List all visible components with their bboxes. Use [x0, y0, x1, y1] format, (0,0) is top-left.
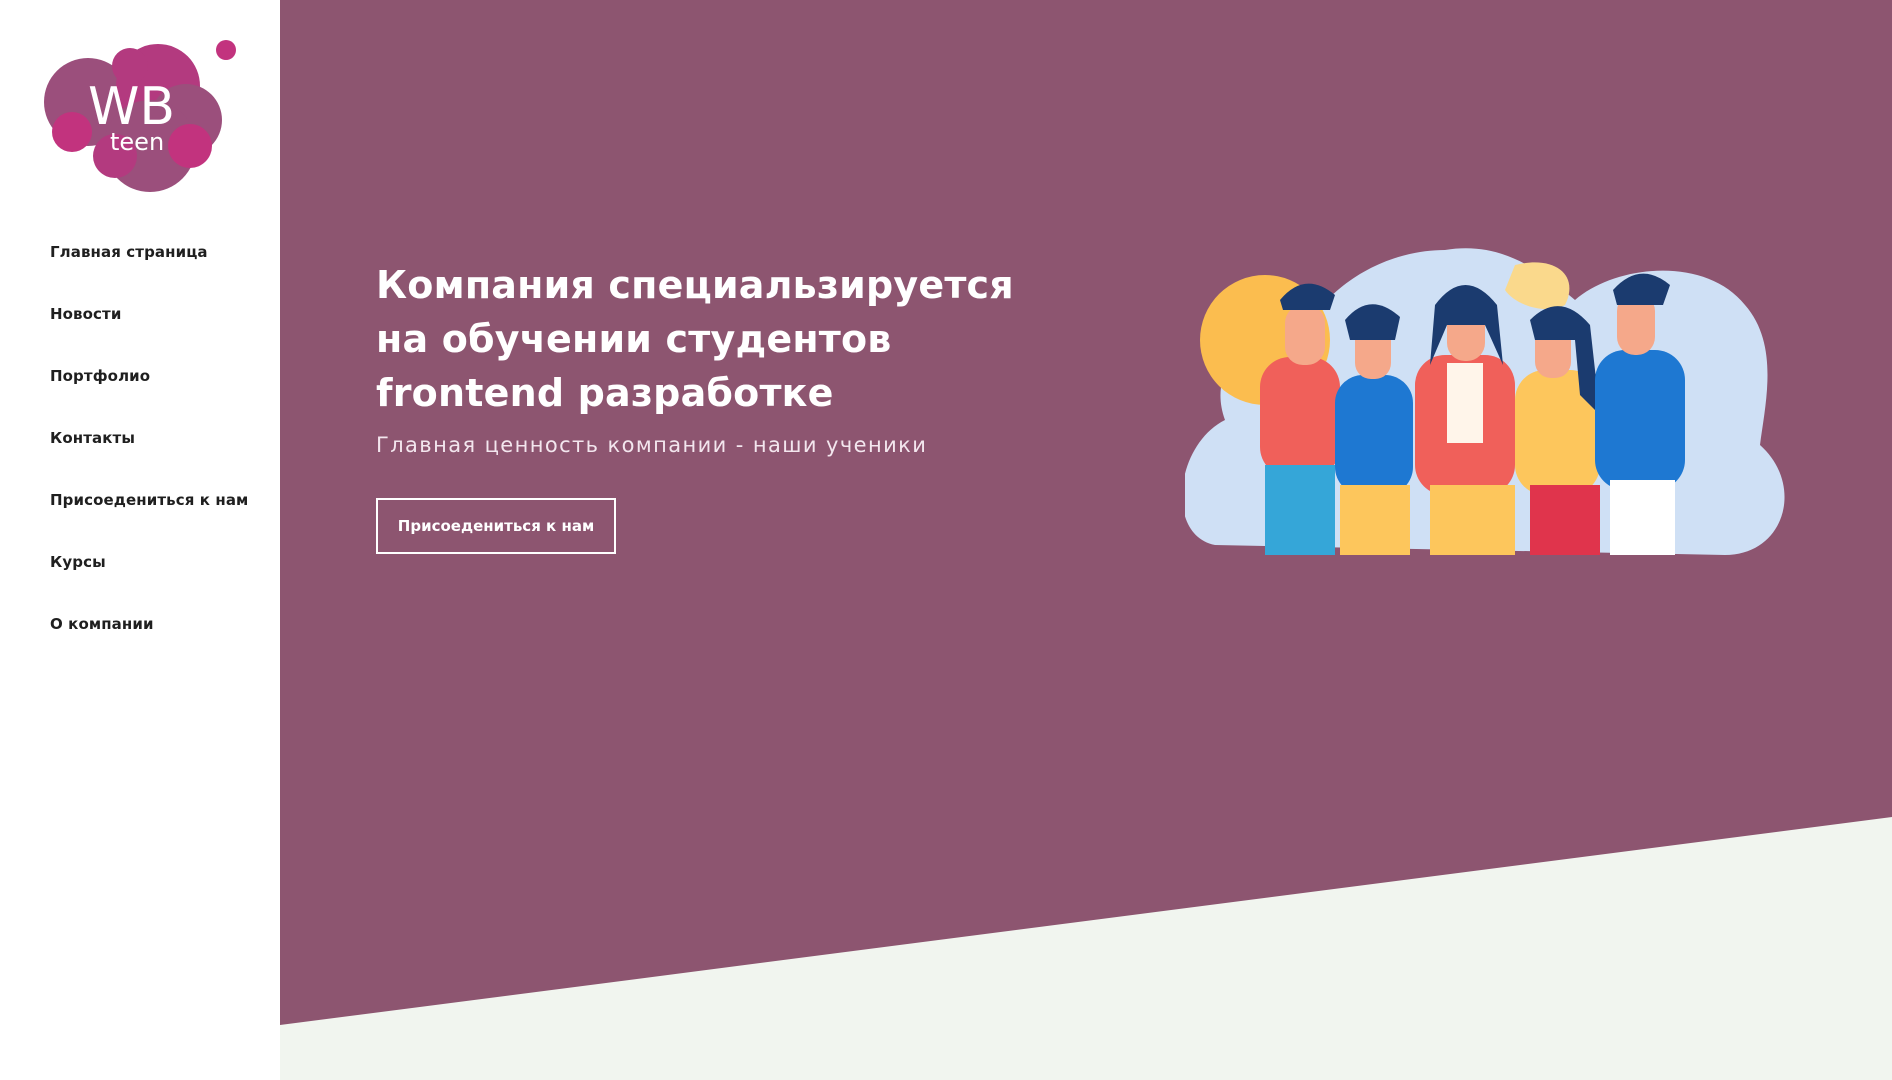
- nav-item-contacts[interactable]: Контакты: [50, 422, 248, 484]
- wb-teen-logo[interactable]: WB teen: [40, 36, 240, 196]
- hero-title: Компания специальзируется на обучении ст…: [376, 263, 1014, 415]
- hero-text-block: Компания специальзируется на обучении ст…: [376, 258, 1056, 554]
- join-button[interactable]: Присоедениться к нам: [376, 498, 616, 554]
- team-illustration: [1185, 248, 1785, 555]
- hero-subtitle: Главная ценность компании - наши ученики: [376, 433, 928, 457]
- hero-section: Компания специальзируется на обучении ст…: [280, 0, 1892, 1080]
- sidebar: WB teen Главная страница Новости Портфол…: [0, 0, 280, 1080]
- nav-item-about[interactable]: О компании: [50, 608, 248, 670]
- nav-item-home[interactable]: Главная страница: [50, 236, 248, 298]
- nav-item-news[interactable]: Новости: [50, 298, 248, 360]
- page: WB teen Главная страница Новости Портфол…: [0, 0, 1892, 1080]
- nav-item-portfolio[interactable]: Портфолио: [50, 360, 248, 422]
- nav-item-courses[interactable]: Курсы: [50, 546, 248, 608]
- nav-item-join[interactable]: Присоедениться к нам: [50, 484, 248, 546]
- logo-sub-text: teen: [110, 128, 164, 156]
- main-nav: Главная страница Новости Портфолио Конта…: [50, 236, 248, 670]
